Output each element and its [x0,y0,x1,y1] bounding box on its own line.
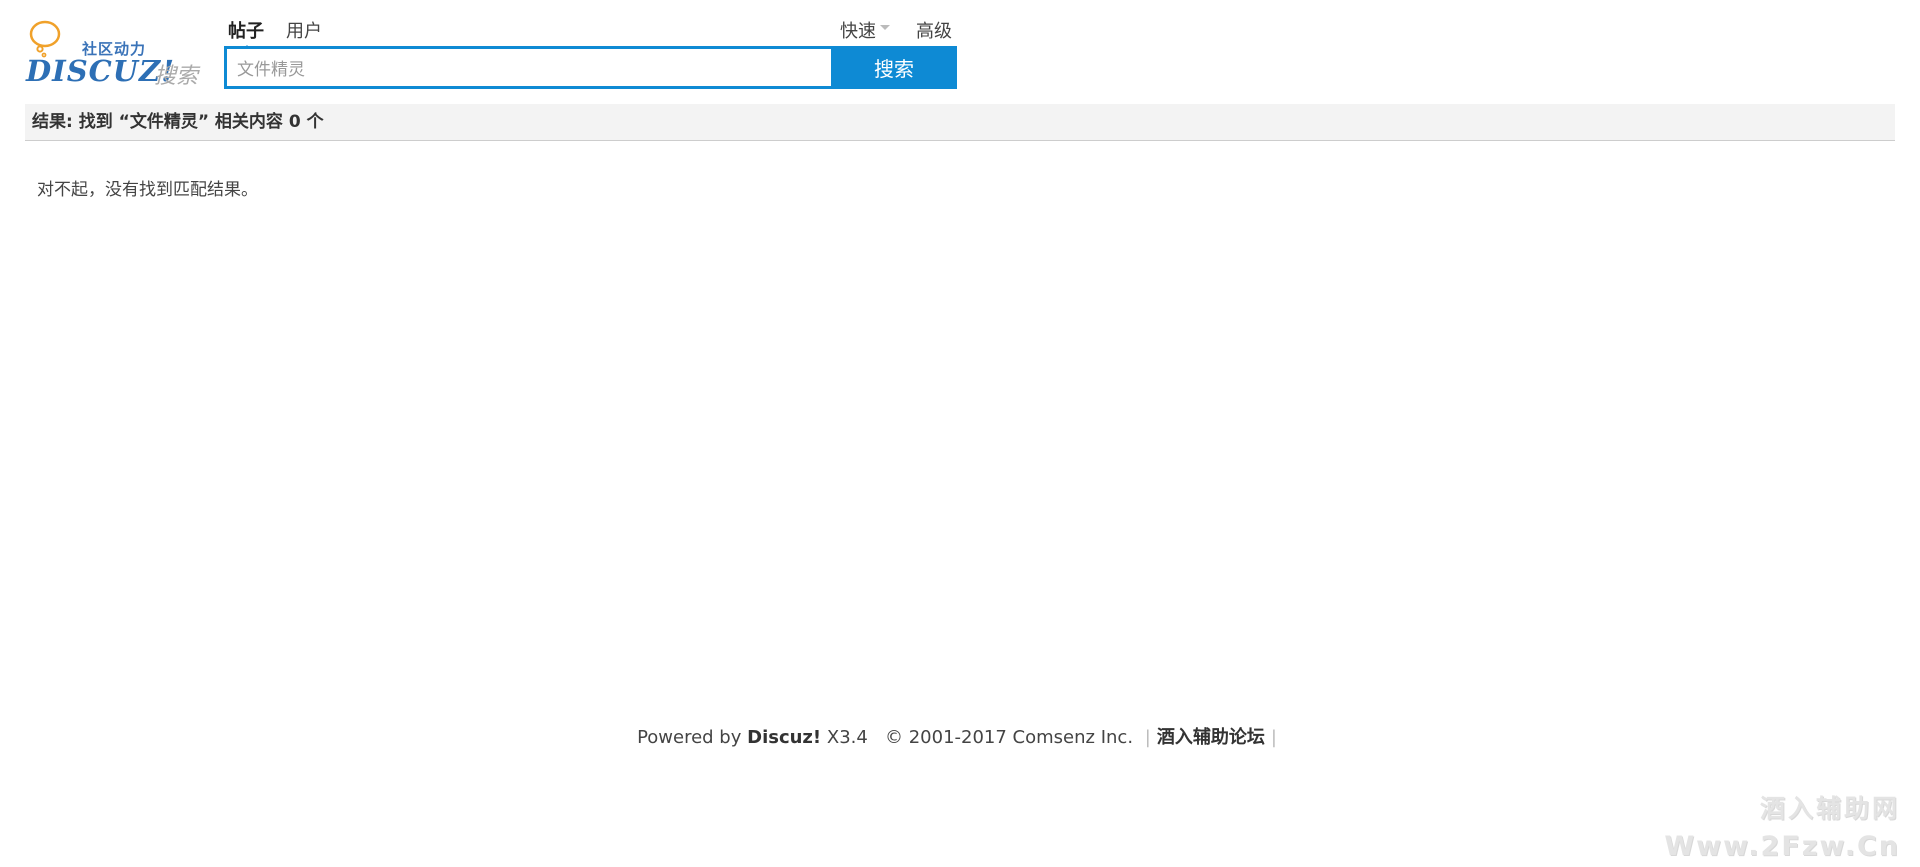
version-text: X3.4 [826,727,868,748]
search-page: 社区动力 DISCUZ! 搜索 帖子 用户 快速 高级 搜索 结果: 找到 “文… [0,0,1920,867]
advanced-search-link[interactable]: 高级 [916,17,952,43]
footer-divider: | [1270,727,1277,748]
footer: Powered by Discuz! X3.4 © 2001-2017 Coms… [0,723,1920,749]
footer-divider: | [1144,727,1151,748]
product-name-link[interactable]: Discuz! [747,727,821,748]
watermark: 酒入辅助网 Www.2Fzw.Cn [1664,790,1900,866]
quick-search-dropdown[interactable]: 快速 [840,17,890,43]
search-box: 搜索 [224,46,957,89]
empty-result-message: 对不起，没有找到匹配结果。 [37,180,258,200]
search-input[interactable] [227,49,831,86]
logo-brand: DISCUZ! [26,54,175,88]
watermark-line-1: 酒入辅助网 [1759,794,1900,823]
powered-by-text: Powered by [637,727,742,748]
copyright-link[interactable]: © 2001-2017 Comsenz Inc. [885,727,1133,748]
tab-users[interactable]: 用户 [286,17,322,43]
watermark-line-2: Www.2Fzw.Cn [1664,831,1900,862]
search-options: 快速 高级 [840,17,952,43]
result-prefix: 结果: 找到 [32,112,119,132]
result-keyword: “文件精灵” [118,112,209,132]
result-summary-bar: 结果: 找到 “文件精灵” 相关内容 0 个 [25,104,1895,141]
search-type-tabs: 帖子 用户 [228,17,322,51]
quick-search-label: 快速 [840,21,876,42]
logo-search-word: 搜索 [154,64,199,89]
result-suffix: 相关内容 0 个 [209,112,324,132]
speech-bubble-icon [29,20,61,58]
search-button[interactable]: 搜索 [831,46,957,89]
tab-posts[interactable]: 帖子 [228,17,264,51]
chevron-down-icon [880,24,890,30]
discuz-search-logo[interactable]: 社区动力 DISCUZ! 搜索 [26,18,202,89]
site-forum-link[interactable]: 酒入辅助论坛 [1157,727,1265,748]
